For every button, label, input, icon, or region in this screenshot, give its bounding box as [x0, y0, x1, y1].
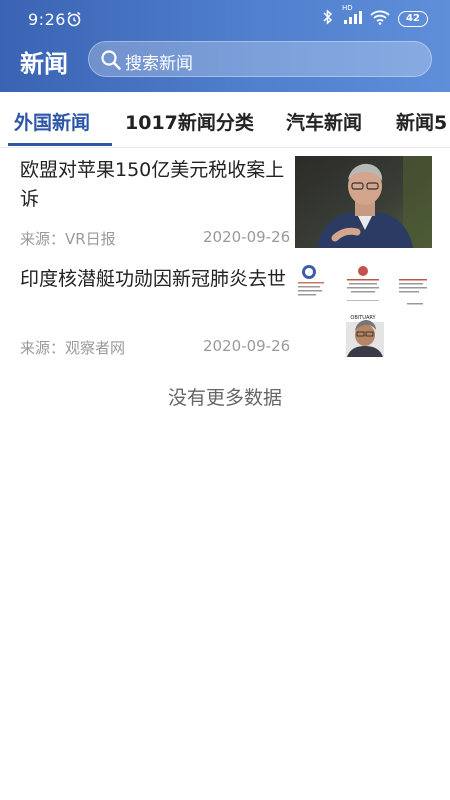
bluetooth-icon: [322, 9, 334, 29]
battery-icon: 42: [398, 11, 428, 27]
search-input[interactable]: 搜索新闻: [88, 41, 432, 77]
app-header: 9:26 HD 42 新闻 搜索新闻: [0, 0, 450, 92]
status-bar: 9:26 HD 42: [0, 0, 450, 38]
news-item-eu-apple[interactable]: 欧盟对苹果150亿美元税收案上诉 来源：VR日报 2020-09-26: [0, 156, 450, 264]
news-thumbnail: OBITUARY: [295, 265, 432, 357]
news-date: 2020-09-26: [203, 337, 291, 355]
news-source: 来源：VR日报: [20, 230, 116, 248]
no-more-data-text: 没有更多数据: [167, 387, 282, 409]
search-icon: [100, 49, 122, 75]
tab-news5[interactable]: 新闻5: [396, 108, 447, 135]
thumbnail-caption: OBITUARY: [350, 315, 376, 321]
news-thumbnail: [295, 156, 432, 248]
news-item-india-submarine[interactable]: 印度核潜艇功勋因新冠肺炎去世 来源：观察者网 2020-09-26 OBITUA…: [0, 265, 450, 373]
news-title: 欧盟对苹果150亿美元税收案上诉: [20, 159, 285, 210]
search-placeholder: 搜索新闻: [125, 54, 193, 74]
wifi-icon: [370, 9, 390, 29]
status-icons: HD 42: [322, 4, 428, 29]
tab-car-news[interactable]: 汽车新闻: [286, 108, 362, 135]
tab-foreign-news[interactable]: 外国新闻: [14, 108, 90, 135]
news-title: 印度核潜艇功勋因新冠肺炎去世: [20, 268, 287, 290]
alarm-icon: [66, 11, 82, 31]
tab-1017-category[interactable]: 1017新闻分类: [125, 108, 254, 135]
network-type: HD: [342, 4, 353, 12]
news-source: 来源：观察者网: [20, 339, 126, 357]
active-tab-indicator: [8, 143, 112, 146]
status-time: 9:26: [28, 10, 66, 29]
page-title: 新闻: [20, 50, 68, 78]
signal-icon: HD: [342, 4, 362, 29]
news-date: 2020-09-26: [203, 228, 291, 246]
category-tabs: 外国新闻 1017新闻分类 汽车新闻 新闻5: [0, 92, 450, 148]
